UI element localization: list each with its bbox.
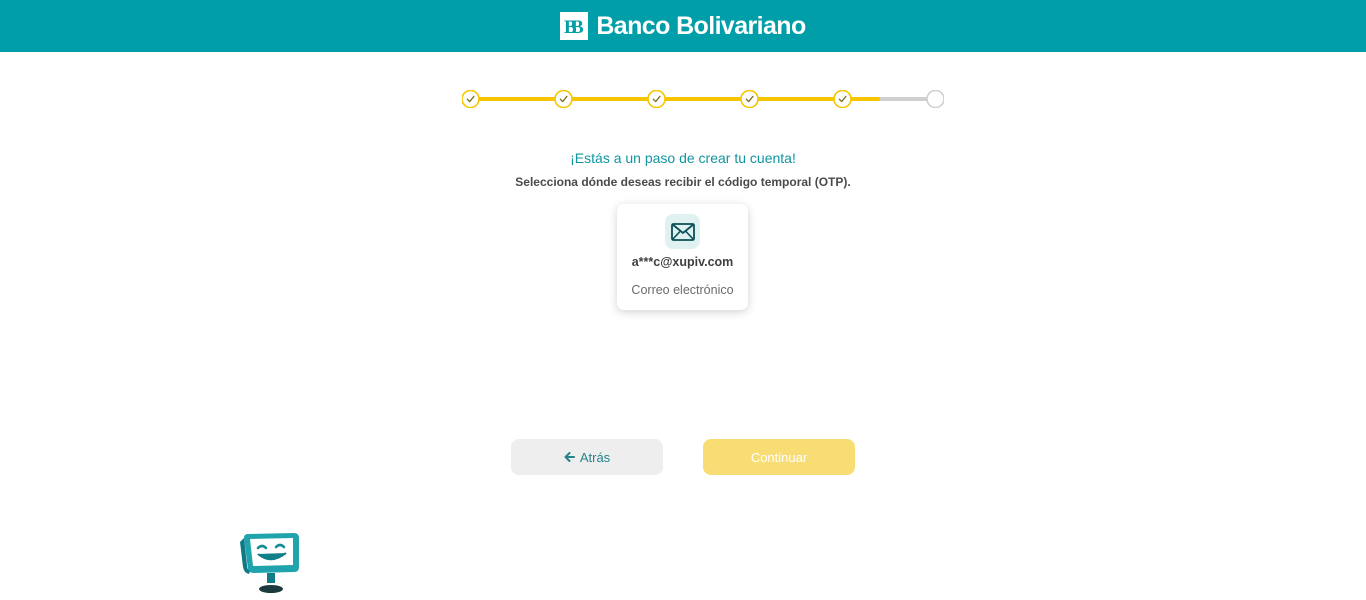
step-completed-4: [740, 90, 759, 108]
back-button[interactable]: Atrás: [511, 439, 663, 475]
step-pending-6: [926, 90, 944, 108]
top-header-bar: B B Banco Bolivariano: [0, 0, 1366, 52]
arrow-left-icon: [564, 450, 575, 465]
step-completed-1: [462, 90, 480, 108]
otp-email-value: a***c@xupiv.com: [631, 255, 734, 269]
progress-stepper: [462, 90, 944, 108]
stepper-graphic: [462, 90, 944, 108]
step-completed-5: [833, 90, 852, 108]
otp-email-option-card[interactable]: a***c@xupiv.com Correo electrónico: [617, 204, 748, 310]
page-title: ¡Estás a un paso de crear tu cuenta!: [570, 150, 796, 166]
step-completed-3: [647, 90, 666, 108]
page-subtitle: Selecciona dónde deseas recibir el códig…: [515, 175, 851, 189]
continue-button[interactable]: Continuar: [703, 439, 855, 475]
svg-text:B: B: [571, 17, 584, 37]
envelope-icon: [665, 214, 700, 249]
chatbot-assistant-icon[interactable]: [240, 531, 302, 595]
continue-button-label: Continuar: [750, 449, 808, 465]
banco-bolivariano-logo-icon: B B: [560, 12, 589, 40]
brand-name: Banco Bolivariano: [596, 11, 806, 40]
otp-channel-label: Correo electrónico: [631, 283, 734, 297]
back-button-label: Atrás: [579, 449, 611, 465]
brand-logo[interactable]: B B Banco Bolivariano: [560, 11, 806, 41]
step-completed-2: [554, 90, 573, 108]
